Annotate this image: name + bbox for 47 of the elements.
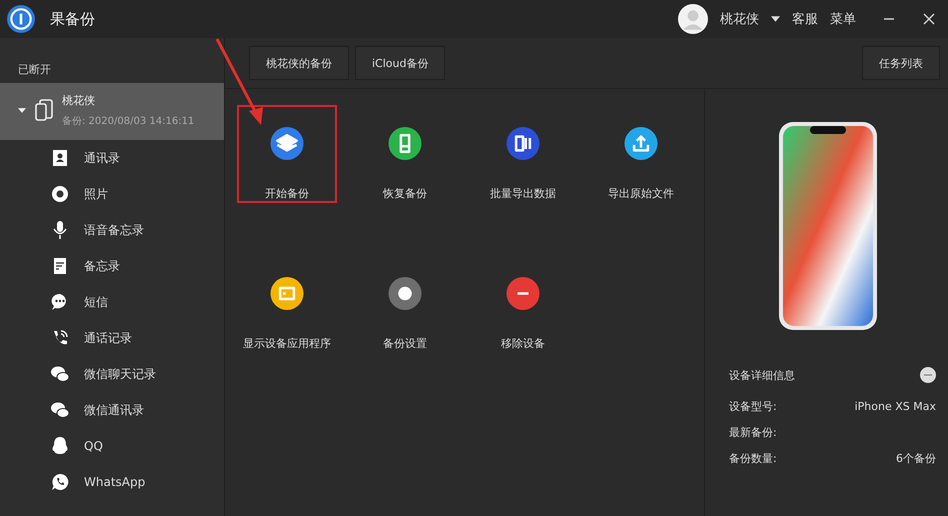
device-item[interactable]: 桃花侠 备份: 2020/08/03 14:16:11: [0, 83, 224, 140]
caret-icon[interactable]: [771, 16, 780, 22]
photos-icon: [50, 184, 70, 204]
action-button[interactable]: 恢复备份: [355, 105, 455, 203]
sidebar-item[interactable]: 语音备忘录: [0, 212, 224, 248]
action-button[interactable]: 批量导出数据: [473, 105, 573, 203]
action-button[interactable]: 显示设备应用程序: [237, 255, 337, 353]
backup-time: 备份: 2020/08/03 14:16:11: [62, 115, 194, 128]
header-link[interactable]: 菜单: [830, 10, 856, 28]
info-label: 设备型号:: [729, 398, 777, 414]
header-link[interactable]: 客服: [792, 10, 818, 28]
wechat-icon: [50, 364, 70, 384]
action-button[interactable]: 导出原始文件: [591, 105, 691, 203]
sidebar-item[interactable]: WhatsApp: [0, 464, 224, 500]
tab[interactable]: 桃花侠的备份: [249, 46, 349, 80]
sidebar-item[interactable]: 短信: [0, 284, 224, 320]
phone-icon: [34, 98, 54, 122]
sidebar-item[interactable]: 备忘录: [0, 248, 224, 284]
sidebar-item[interactable]: 照片: [0, 176, 224, 212]
device-info-title: 设备详细信息: [729, 368, 795, 382]
contacts-icon: [50, 148, 70, 168]
info-value: 6个备份: [896, 450, 936, 466]
whatsapp-icon: [50, 472, 70, 492]
sidebar-item[interactable]: QQ: [0, 428, 224, 464]
action-button[interactable]: 开始备份: [237, 105, 337, 203]
task-list-button[interactable]: 任务列表: [862, 46, 940, 80]
sidebar-item[interactable]: 通讯录: [0, 140, 224, 176]
action-button[interactable]: 移除设备: [473, 255, 573, 353]
info-value: iPhone XS Max: [854, 400, 936, 412]
close-icon[interactable]: [922, 12, 936, 26]
avatar-icon[interactable]: [678, 4, 708, 34]
sidebar-item[interactable]: 微信聊天记录: [0, 356, 224, 392]
info-label: 最新备份:: [729, 424, 777, 440]
sidebar-item[interactable]: 通话记录: [0, 320, 224, 356]
action-button[interactable]: 备份设置: [355, 255, 455, 353]
wechat-icon: [50, 400, 70, 420]
device-name: 桃花侠: [62, 93, 96, 108]
logo-icon: [6, 4, 36, 34]
sidebar-item[interactable]: 微信通讯录: [0, 392, 224, 428]
connection-status: 已断开: [17, 62, 52, 78]
expand-caret-icon[interactable]: [18, 108, 26, 113]
tab[interactable]: iCloud备份: [355, 46, 446, 80]
info-label: 备份数量:: [729, 450, 777, 466]
qq-icon: [50, 436, 70, 456]
more-icon[interactable]: [920, 367, 936, 383]
app-title: 果备份: [50, 10, 95, 28]
user-name[interactable]: 桃花侠: [720, 10, 759, 28]
